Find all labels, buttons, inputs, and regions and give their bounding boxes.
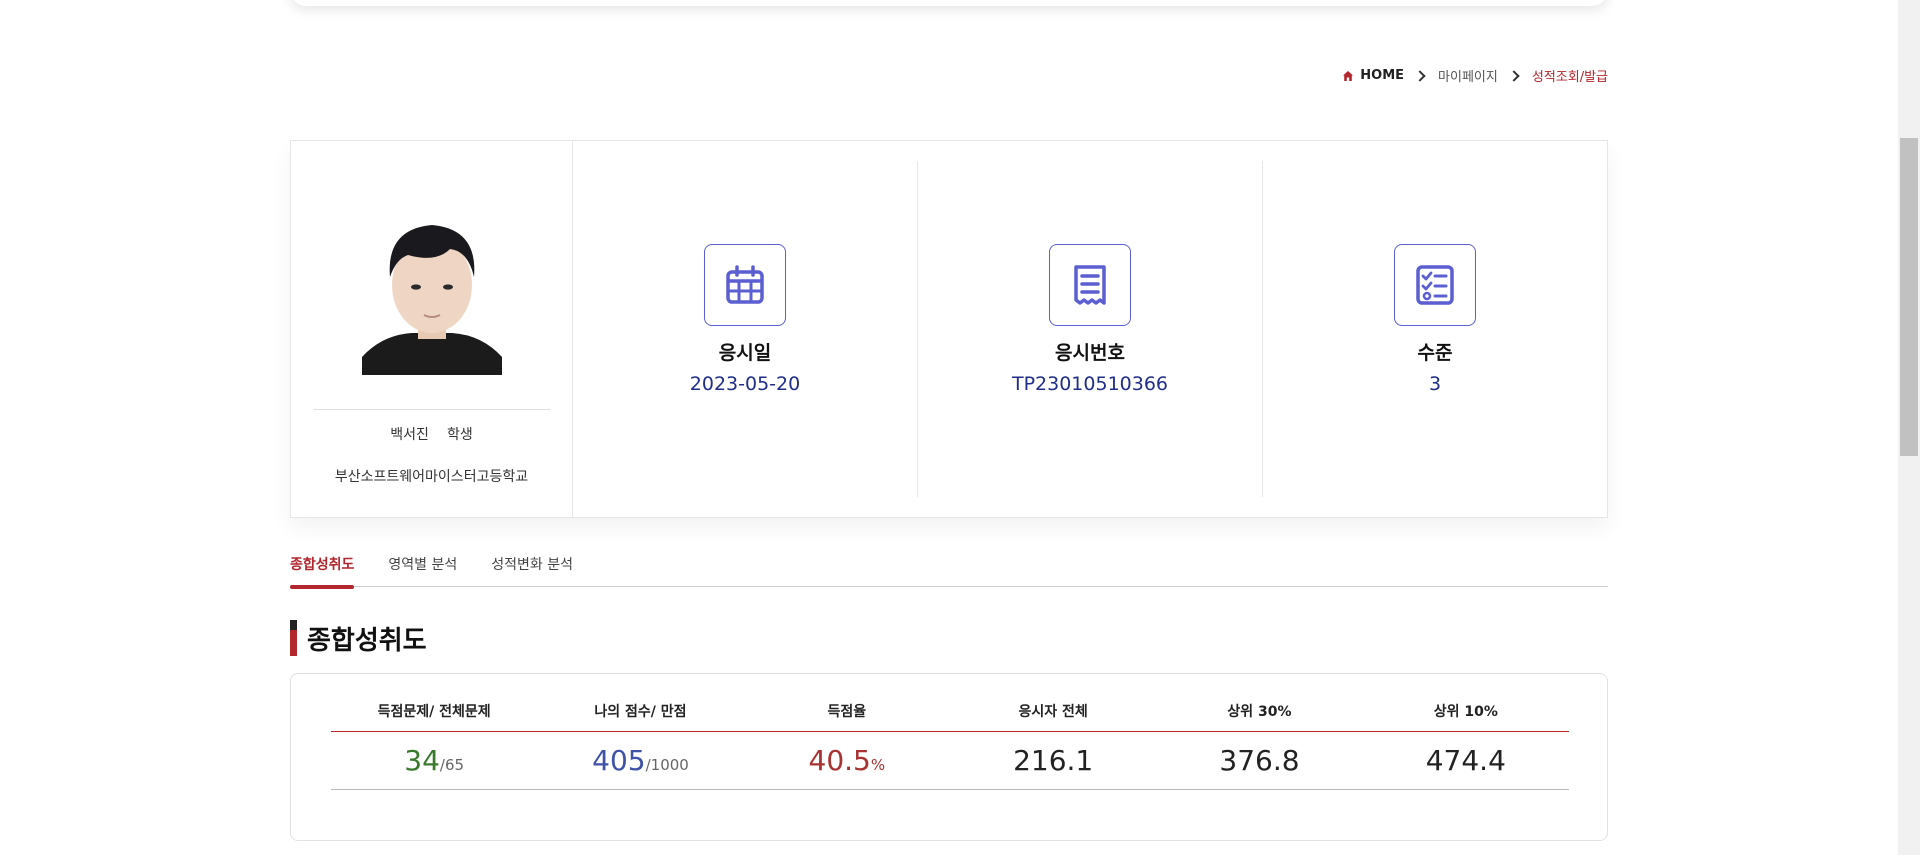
cell-rate: 40.5% xyxy=(744,744,950,777)
student-name: 백서진 xyxy=(390,427,429,443)
tab-overall[interactable]: 종합성취도 xyxy=(290,552,355,589)
scrollbar[interactable] xyxy=(1898,0,1920,855)
profile: 백서진 학생 부산소프트웨어마이스터고등학교 xyxy=(291,141,573,517)
profile-divider xyxy=(313,409,550,410)
stat-value: 2023-05-20 xyxy=(689,372,801,395)
header-card xyxy=(290,0,1608,6)
table-row: 34/65 405/1000 40.5% 216.1 376.8 474.4 xyxy=(331,732,1569,790)
breadcrumb-home-label: HOME xyxy=(1360,68,1405,83)
header-rate: 득점율 xyxy=(827,703,867,720)
header-correct-total: 득점문제/ 전체문제 xyxy=(377,703,491,720)
score-table: 득점문제/ 전체문제 나의 점수/ 만점 득점율 응시자 전체 상위 30% 상… xyxy=(331,690,1569,790)
stat-value: 3 xyxy=(1428,372,1442,395)
section-title: 종합성취도 xyxy=(290,620,427,656)
cell-my-score: 405/1000 xyxy=(537,744,743,777)
stat-label: 응시번호 xyxy=(1055,341,1125,364)
stat-exam-date: 응시일 2023-05-20 xyxy=(573,161,918,497)
stat-label: 응시일 xyxy=(718,341,772,364)
score-rate-unit: % xyxy=(870,756,886,774)
breadcrumb: HOME 마이페이지 성적조회/발급 xyxy=(1342,66,1608,85)
stat-value: TP23010510366 xyxy=(1011,372,1169,395)
cell-all: 216.1 xyxy=(1013,744,1094,777)
my-score: 405 xyxy=(592,744,646,777)
scrollbar-thumb[interactable] xyxy=(1900,138,1918,456)
stat-label: 수준 xyxy=(1417,341,1453,364)
profile-photo xyxy=(361,207,502,375)
receipt-icon xyxy=(1049,243,1131,326)
stat-level: 수준 3 xyxy=(1263,161,1607,497)
chevron-right-icon xyxy=(1414,69,1426,82)
header-all: 응시자 전체 xyxy=(1018,703,1088,720)
student-school: 부산소프트웨어마이스터고등학교 xyxy=(334,469,529,485)
section-title-text: 종합성취도 xyxy=(307,625,427,656)
home-icon xyxy=(1343,70,1354,81)
breadcrumb-home[interactable]: HOME xyxy=(1342,68,1404,83)
header-my-score: 나의 점수/ 만점 xyxy=(594,703,687,720)
correct-count: 34 xyxy=(404,744,440,777)
exam-stats: 응시일 2023-05-20 응시번호 TP23010510366 수준 3 xyxy=(573,141,1607,517)
tab-change-analysis[interactable]: 성적변화 분석 xyxy=(491,552,573,587)
score-rate: 40.5 xyxy=(808,744,871,777)
checklist-icon xyxy=(1394,243,1476,326)
stat-exam-number: 응시번호 TP23010510366 xyxy=(918,161,1263,497)
profile-name-row: 백서진 학생 xyxy=(390,424,472,444)
page: HOME 마이페이지 성적조회/발급 백서진 학생 부산소프트웨어마이스터고등학… xyxy=(0,0,1920,855)
exam-info-panel: 백서진 학생 부산소프트웨어마이스터고등학교 응시일 2023-05-20 응시… xyxy=(290,140,1608,518)
score-table-header: 득점문제/ 전체문제 나의 점수/ 만점 득점율 응시자 전체 상위 30% 상… xyxy=(331,690,1569,732)
breadcrumb-mypage[interactable]: 마이페이지 xyxy=(1438,66,1498,85)
calendar-icon xyxy=(704,243,786,326)
result-tabs: 종합성취도 영역별 분석 성적변화 분석 xyxy=(290,552,1608,589)
cell-top10: 474.4 xyxy=(1425,744,1506,777)
score-summary: 득점문제/ 전체문제 나의 점수/ 만점 득점율 응시자 전체 상위 30% 상… xyxy=(290,673,1608,841)
student-role: 학생 xyxy=(446,427,473,443)
header-top10: 상위 10% xyxy=(1433,703,1498,720)
breadcrumb-current: 성적조회/발급 xyxy=(1531,70,1608,85)
section-title-bar xyxy=(290,620,297,656)
header-top30: 상위 30% xyxy=(1227,703,1292,720)
tab-area-analysis[interactable]: 영역별 분석 xyxy=(388,552,457,587)
total-count: /65 xyxy=(439,756,465,774)
cell-correct-total: 34/65 xyxy=(331,744,537,777)
cell-top30: 376.8 xyxy=(1219,744,1300,777)
chevron-right-icon xyxy=(1508,69,1520,82)
max-score: /1000 xyxy=(645,756,689,774)
